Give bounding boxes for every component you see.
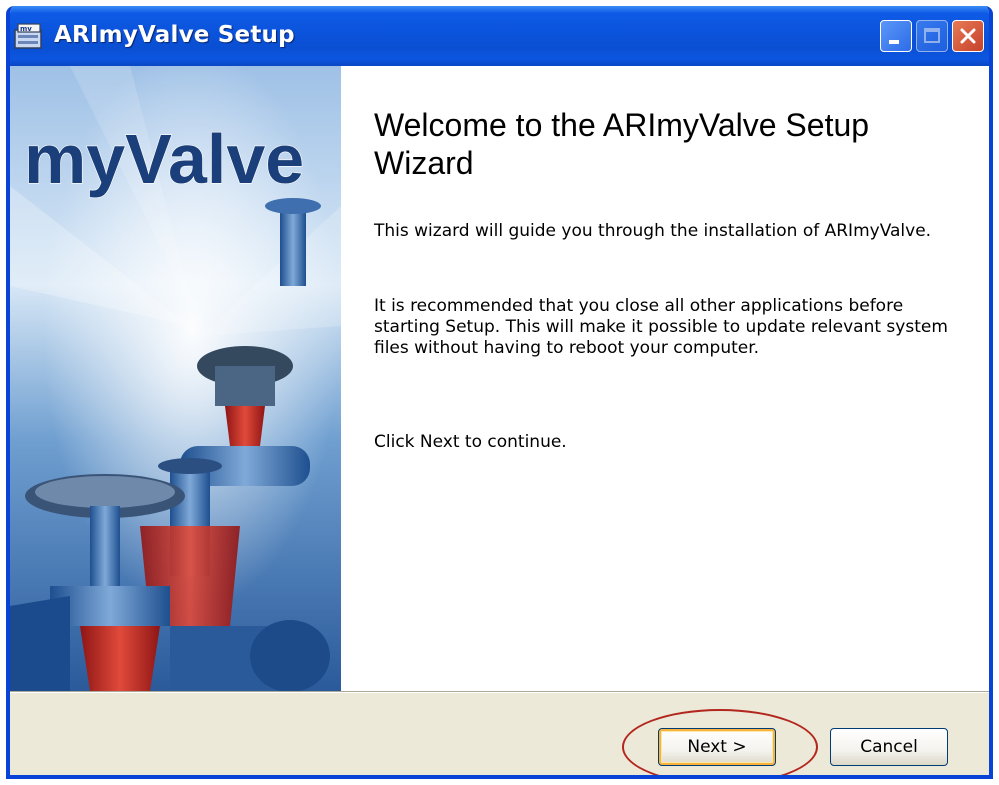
continue-paragraph: Click Next to continue.: [374, 432, 567, 452]
installer-app-icon: mv: [14, 23, 42, 49]
wizard-sidebar-image: myValve: [10, 66, 341, 691]
svg-text:mv: mv: [20, 25, 32, 33]
cancel-button[interactable]: Cancel: [830, 728, 948, 766]
title-bar[interactable]: mv ARImyValve Setup: [10, 6, 989, 66]
wizard-content: Welcome to the ARImyValve Setup Wizard T…: [341, 66, 989, 691]
minimize-icon: [889, 40, 899, 44]
minimize-button[interactable]: [880, 20, 912, 52]
maximize-icon: [924, 28, 940, 43]
button-bar: Next > Cancel: [10, 693, 989, 775]
window-title: ARImyValve Setup: [54, 22, 295, 48]
recommendation-paragraph: It is recommended that you close all oth…: [374, 296, 948, 358]
maximize-button[interactable]: [916, 20, 948, 52]
valve-illustration: myValve: [10, 66, 341, 691]
next-button[interactable]: Next >: [658, 728, 776, 766]
intro-paragraph: This wizard will guide you through the i…: [374, 221, 932, 241]
sidebar-brand-text: myValve: [24, 120, 304, 198]
close-icon: [960, 28, 976, 44]
setup-window: mv ARImyValve Setup myValve Welcome to t…: [6, 6, 993, 779]
page-title: Welcome to the ARImyValve Setup Wizard: [374, 107, 870, 181]
close-button[interactable]: [952, 20, 984, 52]
